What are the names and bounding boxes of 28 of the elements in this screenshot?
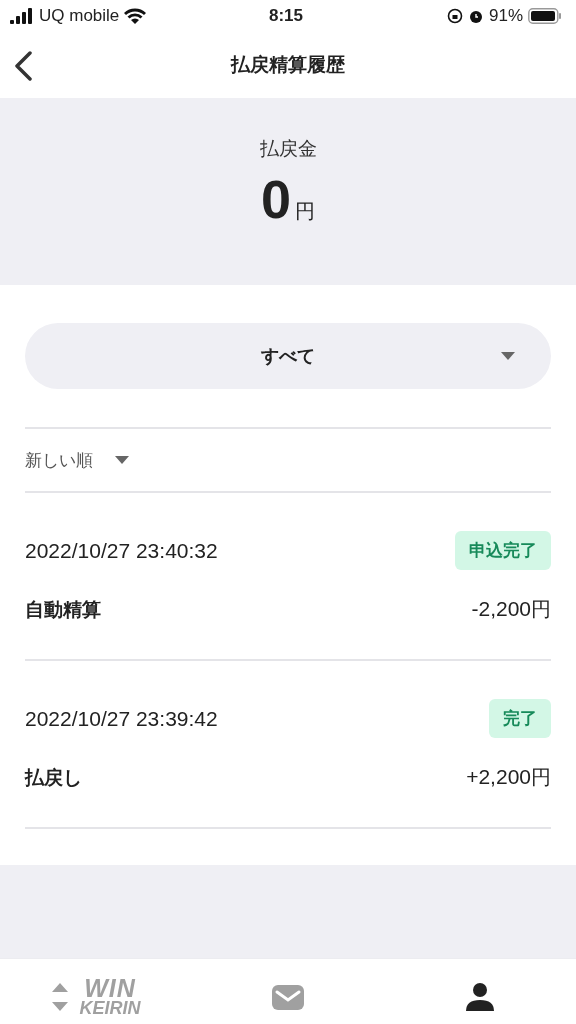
brand-logo: WIN KEIRIN xyxy=(79,976,141,1018)
currency-unit: 円 xyxy=(295,198,315,225)
battery-icon xyxy=(528,8,562,24)
battery-percent: 91% xyxy=(488,6,523,26)
rotation-lock-icon xyxy=(446,8,463,24)
clock-time: 8:15 xyxy=(269,6,303,26)
up-down-arrows-icon xyxy=(51,982,70,1012)
mail-icon xyxy=(272,984,304,1010)
balance-label: 払戻金 xyxy=(259,136,317,161)
person-icon xyxy=(465,982,495,1012)
entry-type: 払戻し xyxy=(25,764,82,790)
status-badge: 完了 xyxy=(489,699,551,738)
status-badge: 申込完了 xyxy=(455,531,551,570)
caret-icon xyxy=(501,352,515,360)
entry-amount: +2,200円 xyxy=(466,764,551,790)
screen-title: 払戻精算履歴 xyxy=(231,52,345,77)
entry-amount: -2,200円 xyxy=(471,596,551,622)
alarm-icon xyxy=(467,8,484,24)
entry-datetime: 2022/10/27 23:40:32 xyxy=(25,538,218,563)
wifi-icon xyxy=(124,8,147,24)
sort-dropdown[interactable]: 新しい順 xyxy=(25,448,129,472)
caret-icon xyxy=(115,456,129,464)
entry-datetime: 2022/10/27 23:39:42 xyxy=(25,706,218,731)
carrier-name: UQ mobile xyxy=(39,6,120,26)
balance-amount: 0 xyxy=(260,168,291,230)
filter-dropdown[interactable]: すべて xyxy=(25,323,551,389)
signal-icon xyxy=(10,8,34,24)
entry-type: 自動精算 xyxy=(25,596,101,622)
